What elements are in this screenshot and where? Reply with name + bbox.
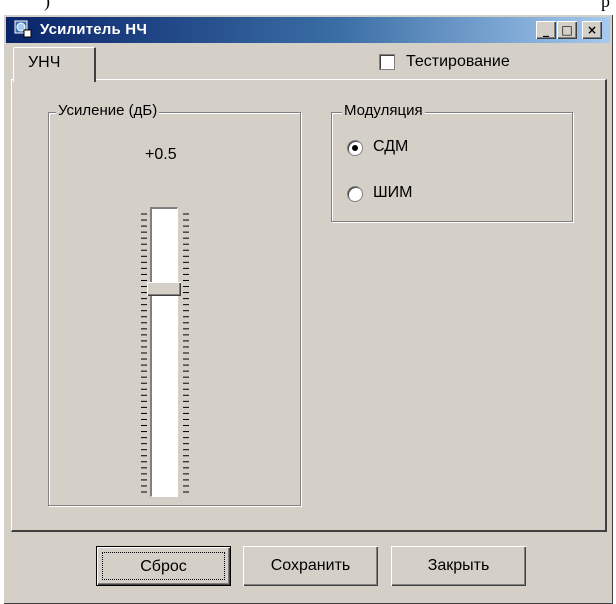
tab-unch[interactable]: УНЧ — [13, 47, 96, 82]
close-button[interactable]: Закрыть — [391, 546, 526, 586]
window-title: Усилитель НЧ — [40, 21, 148, 38]
radio-shim-circle[interactable] — [347, 186, 363, 202]
clipped-text-strip: ) р — [0, 0, 616, 14]
testing-checkbox-box[interactable] — [379, 54, 395, 70]
save-button[interactable]: Сохранить — [243, 546, 378, 586]
gain-slider-track[interactable] — [150, 207, 178, 497]
radio-sdm-circle[interactable] — [347, 140, 363, 156]
modulation-group-title: Модуляция — [342, 102, 425, 119]
maximize-icon: □ — [561, 23, 573, 37]
maximize-button[interactable]: □ — [557, 21, 577, 39]
modulation-group: Модуляция — [331, 102, 573, 222]
gain-value: +0.5 — [145, 146, 177, 163]
radio-shim-label: ШИМ — [373, 184, 413, 201]
title-bar[interactable]: Усилитель НЧ _ □ × — [6, 17, 610, 43]
minimize-button[interactable]: _ — [536, 21, 556, 39]
gain-slider-thumb[interactable] — [147, 282, 181, 297]
reset-button-label: Сброс — [140, 558, 187, 575]
app-window: Усилитель НЧ _ □ × УНЧ Тестирование Усил… — [3, 14, 613, 604]
save-button-label: Сохранить — [270, 557, 351, 574]
reset-button[interactable]: Сброс — [96, 546, 231, 586]
tab-label: УНЧ — [28, 54, 61, 71]
close-button-label: Закрыть — [427, 557, 490, 574]
minimize-icon: _ — [543, 23, 549, 37]
close-window-button[interactable]: × — [582, 21, 602, 39]
app-icon — [14, 20, 32, 38]
gain-group-title: Усиление (дБ) — [56, 102, 160, 119]
close-icon: × — [586, 23, 598, 37]
radio-sdm-label: СДМ — [373, 138, 409, 155]
testing-checkbox-label: Тестирование — [406, 53, 510, 70]
